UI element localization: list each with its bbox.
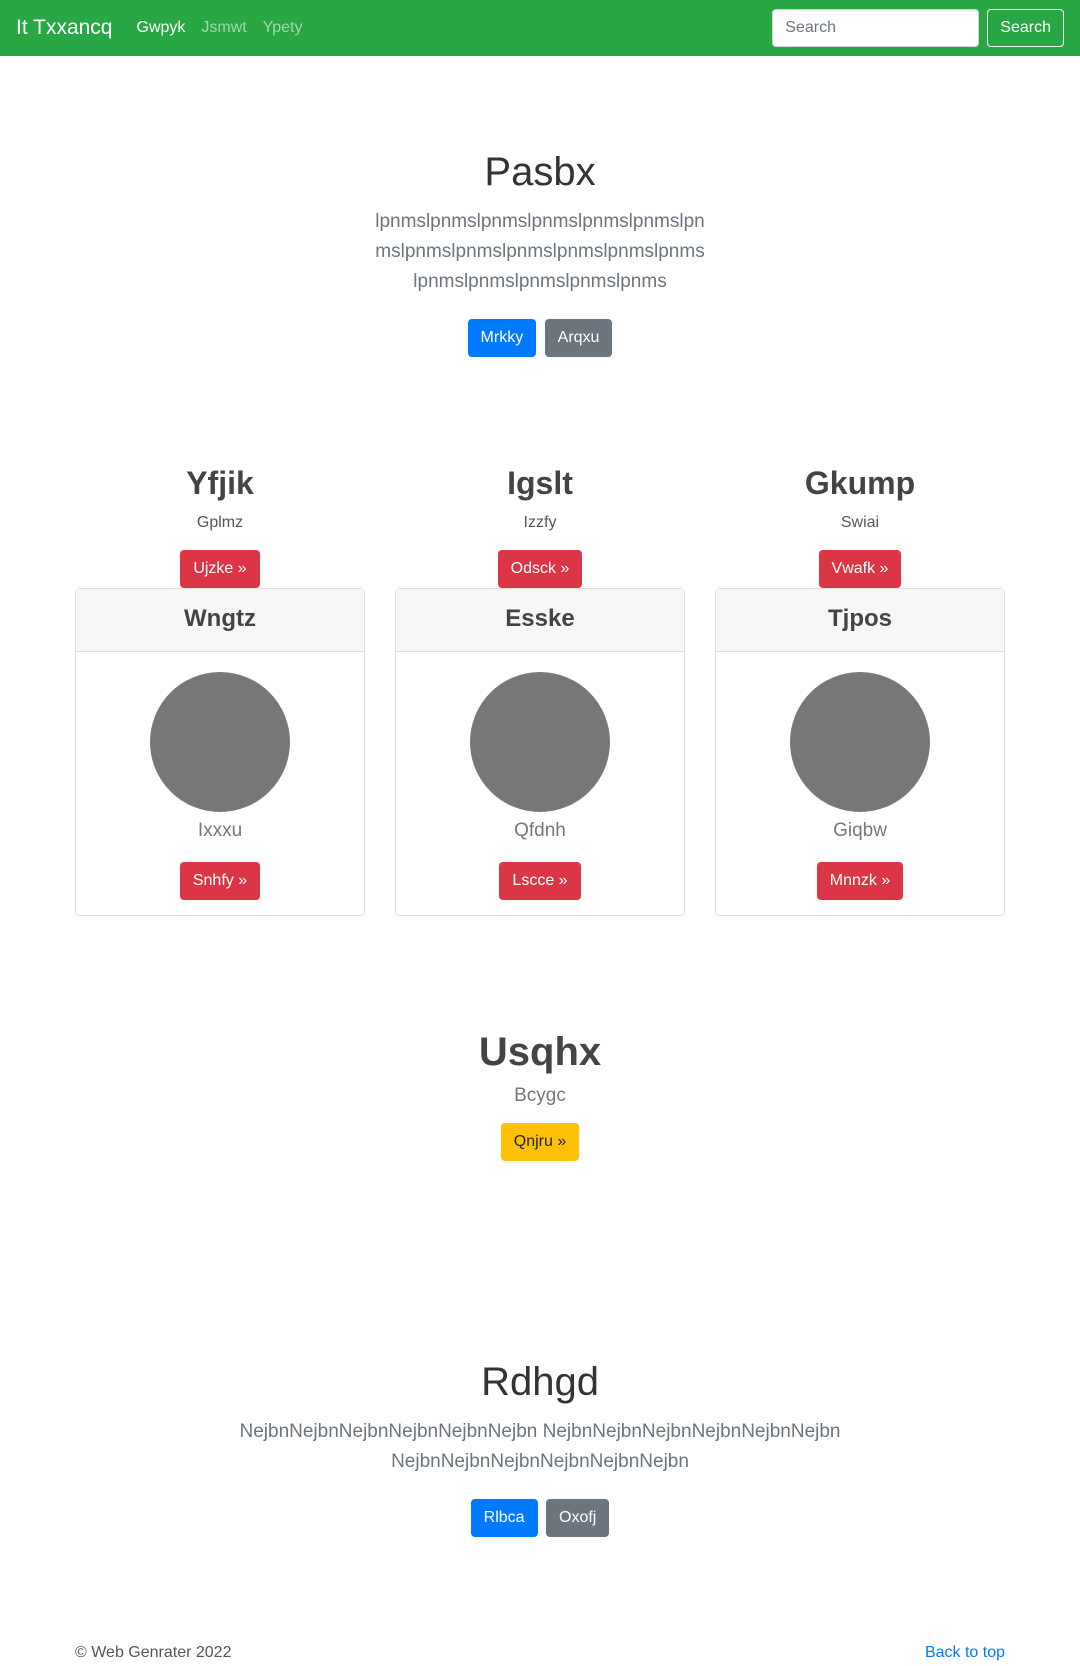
columns-row: Yfjik Gplmz Ujzke » Igslt Izzfy Odsck » … [75,465,1005,588]
feature-button[interactable]: Qnjru » [500,1123,580,1161]
avatar-image [790,672,930,812]
card-button[interactable]: Snhfy » [179,862,261,900]
second-hero-title: Rdhgd [481,1360,599,1404]
column-title: Igslt [507,465,573,501]
second-hero-primary-button[interactable]: Rlbca [470,1499,538,1537]
second-hero-lead: NejbnNejbnNejbnNejbnNejbnNejbn NejbnNejb… [239,1421,841,1472]
column-title: Gkump [804,465,916,501]
avatar-image [150,672,290,812]
page: It Txxancq Gwpyk Jsmwt Ypety Search Pasb… [0,0,1080,1666]
card-header: Esske [396,589,684,652]
column-subtitle: Izzfy [523,514,557,531]
card-text: Qfdnh [514,820,566,841]
hero-buttons: Mrkky Arqxu [0,319,1080,357]
hero-primary-button[interactable]: Mrkky [467,319,537,357]
second-hero-secondary-button[interactable]: Oxofj [546,1499,610,1537]
nav-link-ypety[interactable]: Ypety [263,19,303,37]
search-button[interactable]: Search [987,9,1064,47]
feature-title: Usqhx [478,1030,602,1074]
card-text: Giqbw [833,820,887,841]
nav-link-gwpyk[interactable]: Gwpyk [137,19,186,37]
second-hero-section: Rdhgd NejbnNejbnNejbnNejbnNejbnNejbn Nej… [0,1360,1080,1537]
copyright-text: © Web Genrater 2022 [75,1644,232,1661]
navbar-brand[interactable]: It Txxancq [16,16,113,40]
cards-row: Wngtz Ixxxu Snhfy » Esske Qfdnh Lscce » … [75,588,1005,916]
avatar-image [470,672,610,812]
nav-link-jsmwt[interactable]: Jsmwt [201,19,246,37]
column: Yfjik Gplmz Ujzke » [75,465,365,588]
navbar: It Txxancq Gwpyk Jsmwt Ypety Search [0,0,1080,56]
card: Tjpos Giqbw Mnnzk » [715,588,1005,916]
feature-section: Usqhx Bcygc Qnjru » [0,1030,1080,1161]
column: Igslt Izzfy Odsck » [395,465,685,588]
card-button[interactable]: Lscce » [499,862,581,900]
card-header: Wngtz [76,589,364,652]
hero-section: Pasbx lpnmslpnmslpnmslpnmslpnmslpnmslpnm… [0,150,1080,357]
column-button[interactable]: Odsck » [497,550,583,588]
hero-title: Pasbx [484,150,596,194]
column-button[interactable]: Ujzke » [180,550,260,588]
hero-secondary-button[interactable]: Arqxu [544,319,613,357]
feature-subtitle: Bcygc [514,1085,566,1106]
column-subtitle: Gplmz [196,514,244,531]
card-header: Tjpos [716,589,1004,652]
hero-lead: lpnmslpnmslpnmslpnmslpnmslpnmslpnmslpnms… [375,211,705,292]
card-text: Ixxxu [197,820,243,841]
search-form: Search [772,9,1064,47]
footer: © Web Genrater 2022 Back to top [75,1644,1005,1662]
column: Gkump Swiai Vwafk » [715,465,1005,588]
column-button[interactable]: Vwafk » [818,550,902,588]
column-title: Yfjik [186,465,254,501]
card-body: Qfdnh Lscce » [396,652,684,900]
second-hero-buttons: Rlbca Oxofj [0,1499,1080,1537]
card: Esske Qfdnh Lscce » [395,588,685,916]
column-subtitle: Swiai [840,514,880,531]
card-body: Giqbw Mnnzk » [716,652,1004,900]
back-to-top-link[interactable]: Back to top [925,1644,1005,1662]
card-body: Ixxxu Snhfy » [76,652,364,900]
search-input[interactable] [772,9,980,47]
card-button[interactable]: Mnnzk » [816,862,904,900]
card: Wngtz Ixxxu Snhfy » [75,588,365,916]
